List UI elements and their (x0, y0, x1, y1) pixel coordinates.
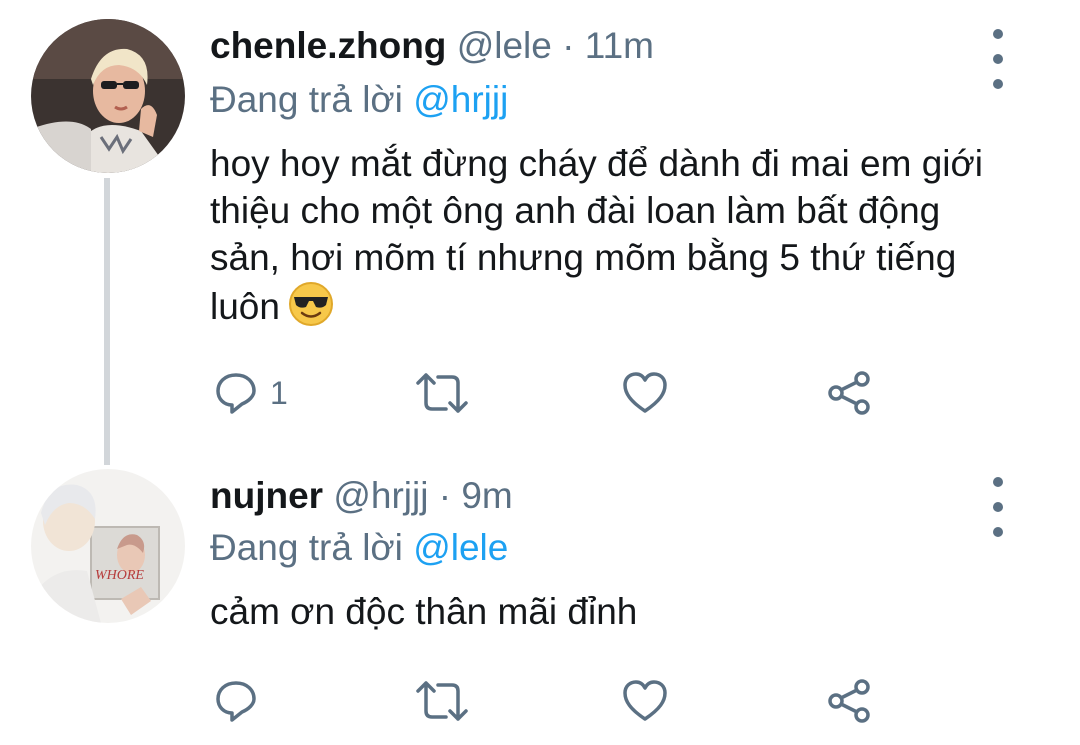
reply-count: 1 (270, 374, 288, 411)
sunglasses-emoji-icon (288, 281, 334, 338)
like-icon (623, 680, 667, 721)
user-handle[interactable]: @lele (457, 25, 552, 66)
display-name[interactable]: chenle.zhong (210, 25, 446, 66)
timestamp[interactable]: 11m (585, 25, 654, 66)
retweet-button[interactable] (414, 368, 470, 418)
retweet-icon (416, 681, 468, 721)
svg-text:WHORE: WHORE (95, 568, 144, 583)
share-button[interactable] (826, 676, 874, 726)
tweet-text-content: cảm ơn độc thân mãi đỉnh (210, 591, 638, 632)
like-button[interactable] (622, 368, 668, 418)
tweet[interactable]: WHORE nujner @hrjjj · 9m Đang trả lời @l… (0, 465, 1080, 745)
action-bar (210, 676, 910, 726)
more-options-icon[interactable] (986, 477, 1010, 537)
reply-button[interactable] (214, 676, 258, 726)
avatar-photo-mirror-whore: WHORE (31, 469, 185, 623)
display-name[interactable]: nujner (210, 475, 323, 516)
share-button[interactable] (826, 368, 874, 418)
mention-link[interactable]: @hrjjj (413, 79, 508, 120)
mention-link[interactable]: @lele (413, 527, 508, 568)
share-icon (828, 371, 870, 415)
tweet-header: nujner @hrjjj · 9m (210, 474, 513, 518)
timestamp[interactable]: 9m (461, 475, 512, 516)
replying-to: Đang trả lời @hrjjj (210, 78, 508, 122)
thread-line (104, 178, 110, 465)
retweet-button[interactable] (414, 676, 470, 726)
separator-dot: · (562, 25, 575, 66)
tweet[interactable]: chenle.zhong @lele · 11m Đang trả lời @h… (0, 0, 1080, 465)
reply-button[interactable]: 1 (214, 368, 288, 418)
replying-prefix: Đang trả lời (210, 79, 403, 120)
avatar-photo-blond-sunglasses (31, 19, 185, 173)
avatar[interactable] (31, 19, 185, 173)
like-button[interactable] (622, 676, 668, 726)
replying-prefix: Đang trả lời (210, 527, 403, 568)
reply-icon (216, 681, 256, 722)
tweet-text: cảm ơn độc thân mãi đỉnh (210, 588, 1020, 635)
replying-to: Đang trả lời @lele (210, 526, 508, 570)
retweet-icon (416, 373, 468, 413)
action-bar: 1 (210, 368, 910, 418)
avatar[interactable]: WHORE (31, 469, 185, 623)
like-icon (623, 372, 667, 413)
separator-dot: · (438, 475, 452, 516)
share-icon (828, 679, 870, 723)
user-handle[interactable]: @hrjjj (333, 475, 428, 516)
more-options-icon[interactable] (986, 29, 1010, 89)
tweet-header: chenle.zhong @lele · 11m (210, 24, 654, 68)
tweet-text: hoy hoy mắt đừng cháy để dành đi mai em … (210, 140, 1020, 338)
reply-icon (216, 373, 256, 414)
